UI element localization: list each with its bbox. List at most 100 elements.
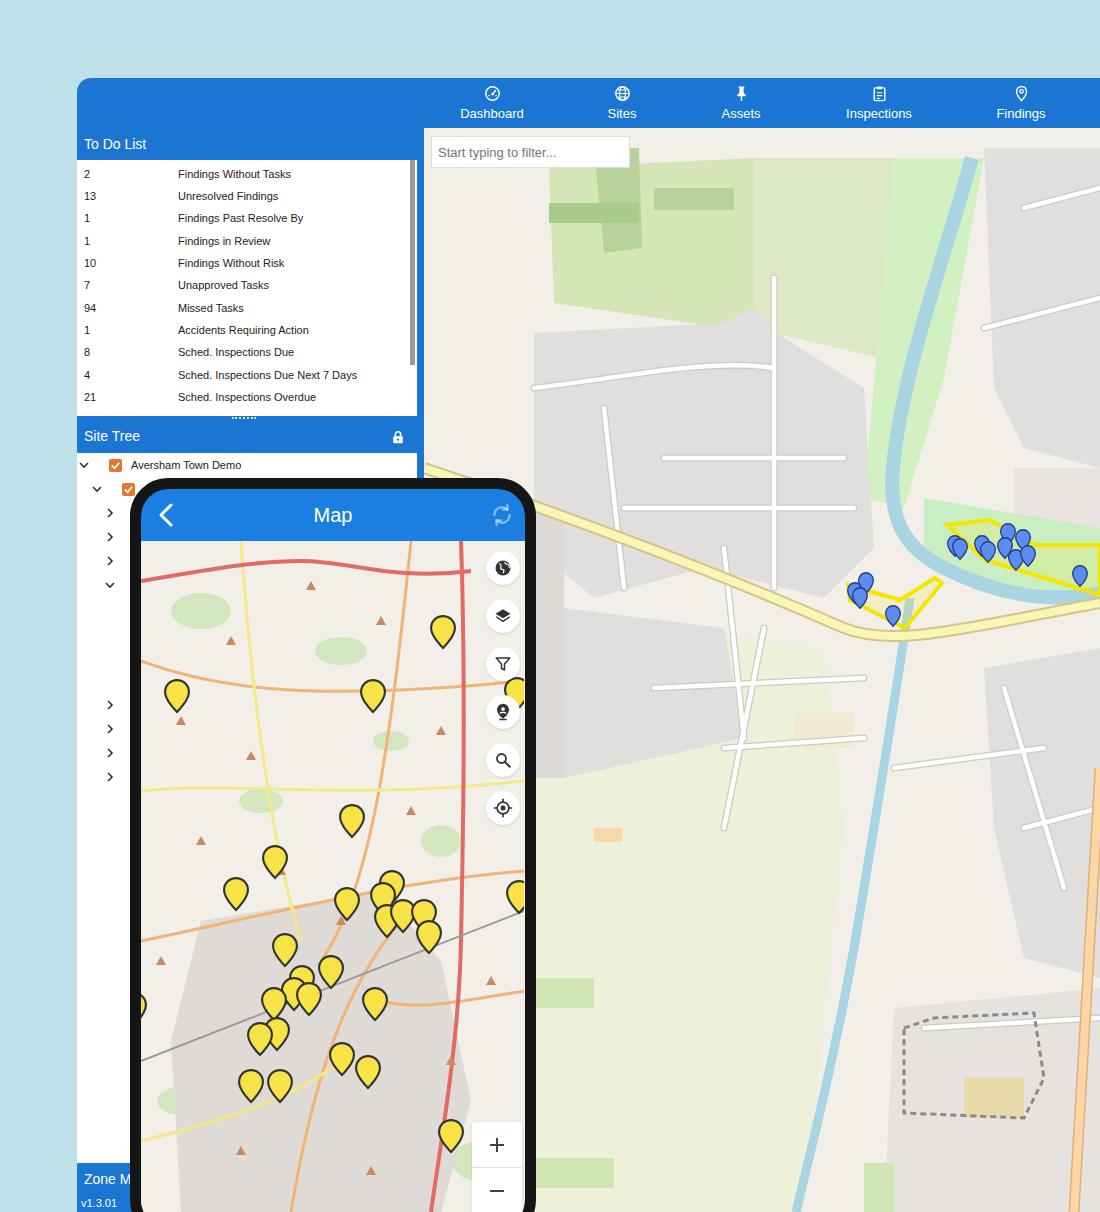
locate-button[interactable] bbox=[486, 791, 520, 825]
chevron-icon[interactable] bbox=[92, 484, 102, 494]
phone-map-canvas[interactable] bbox=[141, 541, 524, 1212]
todo-row[interactable]: 2Findings Without Tasks bbox=[77, 163, 417, 185]
map-pin[interactable] bbox=[340, 805, 364, 837]
zoom-out-button[interactable] bbox=[472, 1168, 522, 1212]
map-pin[interactable] bbox=[224, 878, 248, 910]
filter-icon bbox=[494, 655, 512, 673]
map-pin[interactable] bbox=[330, 1043, 354, 1075]
chevron-icon[interactable] bbox=[105, 700, 115, 710]
todo-row[interactable]: 21Sched. Inspections Overdue bbox=[77, 386, 417, 408]
todo-row[interactable]: 1Findings Past Resolve By bbox=[77, 208, 417, 230]
todo-row[interactable]: 4Sched. Inspections Due Next 7 Days bbox=[77, 364, 417, 386]
map-pin[interactable] bbox=[391, 900, 415, 932]
chevron-icon[interactable] bbox=[105, 580, 115, 590]
todo-row[interactable]: 13Unresolved Findings bbox=[77, 185, 417, 207]
map-pin[interactable] bbox=[273, 934, 297, 966]
map-pin[interactable] bbox=[268, 1070, 292, 1102]
todo-list: 2Findings Without Tasks13Unresolved Find… bbox=[77, 160, 417, 416]
person-pin-icon bbox=[494, 703, 512, 721]
search-button[interactable] bbox=[486, 743, 520, 777]
globe-icon bbox=[494, 559, 512, 577]
top-nav: Dashboard Sites Assets Inspections Findings bbox=[77, 78, 1100, 128]
todo-count: 1 bbox=[84, 210, 178, 227]
todo-label: Unresolved Findings bbox=[178, 188, 278, 205]
nav-item[interactable]: Findings bbox=[963, 78, 1079, 128]
map-pin[interactable] bbox=[439, 1120, 463, 1152]
chevron-icon[interactable] bbox=[105, 748, 115, 758]
map-pin[interactable] bbox=[356, 1056, 380, 1088]
todo-row[interactable]: 8Sched. Inspections Due bbox=[77, 341, 417, 363]
map-pin[interactable] bbox=[1021, 546, 1036, 567]
refresh-icon[interactable] bbox=[489, 502, 515, 528]
map-pin[interactable] bbox=[361, 680, 385, 712]
back-icon[interactable] bbox=[157, 503, 175, 527]
todo-label: Missed Tasks bbox=[178, 300, 244, 317]
map-pin[interactable] bbox=[886, 606, 901, 627]
map-pin[interactable] bbox=[335, 888, 359, 920]
layers-button[interactable] bbox=[486, 599, 520, 633]
chevron-icon[interactable] bbox=[105, 508, 115, 518]
todo-row[interactable]: 7Unapproved Tasks bbox=[77, 274, 417, 296]
grip-icon bbox=[232, 417, 256, 419]
todo-row[interactable]: 1Findings in Review bbox=[77, 230, 417, 252]
nav-item[interactable]: Inspections bbox=[795, 78, 963, 128]
chevron-icon[interactable] bbox=[105, 772, 115, 782]
nav-item[interactable]: Assets bbox=[687, 78, 795, 128]
todo-count: 4 bbox=[84, 367, 178, 384]
nav-item[interactable]: Dashboard bbox=[427, 78, 557, 128]
map-pin[interactable] bbox=[507, 881, 524, 913]
todo-row[interactable]: 10Findings Without Risk bbox=[77, 252, 417, 274]
minus-icon bbox=[489, 1183, 505, 1199]
map-pin[interactable] bbox=[248, 1023, 272, 1055]
scrollbar[interactable] bbox=[410, 160, 415, 365]
chevron-icon[interactable] bbox=[105, 532, 115, 542]
map-pin[interactable] bbox=[981, 542, 996, 563]
map-pin[interactable] bbox=[141, 993, 146, 1025]
globe-button[interactable] bbox=[486, 551, 520, 585]
tree-checkbox[interactable] bbox=[109, 459, 122, 472]
filter-input[interactable] bbox=[431, 136, 630, 168]
site-tree-header: Site Tree bbox=[77, 420, 424, 453]
todo-count: 1 bbox=[84, 322, 178, 339]
map-pin[interactable] bbox=[853, 588, 868, 609]
zoom-in-button[interactable] bbox=[472, 1122, 522, 1168]
map-pin[interactable] bbox=[263, 846, 287, 878]
site-tree-title: Site Tree bbox=[84, 426, 140, 447]
tree-row[interactable]: Aversham Town Demo bbox=[77, 453, 417, 477]
todo-label: Unapproved Tasks bbox=[178, 277, 269, 294]
nav-label: Inspections bbox=[846, 106, 912, 122]
chevron-icon[interactable] bbox=[105, 556, 115, 566]
todo-label: Sched. Inspections Due bbox=[178, 344, 294, 361]
map-pin[interactable] bbox=[1073, 566, 1088, 587]
chevron-icon[interactable] bbox=[105, 724, 115, 734]
todo-count: 2 bbox=[84, 166, 178, 183]
nav-label: Sites bbox=[608, 106, 637, 122]
phone-map[interactable] bbox=[141, 541, 525, 1212]
map-pin[interactable] bbox=[297, 983, 321, 1015]
tree-checkbox[interactable] bbox=[122, 483, 135, 496]
lock-icon[interactable] bbox=[391, 430, 405, 444]
map-pin[interactable] bbox=[431, 616, 455, 648]
todo-label: Sched. Inspections Overdue bbox=[178, 389, 316, 406]
todo-row[interactable]: 1Accidents Requiring Action bbox=[77, 319, 417, 341]
map-pin[interactable] bbox=[319, 956, 343, 988]
user-location-button[interactable] bbox=[486, 695, 520, 729]
pin-icon bbox=[733, 85, 750, 102]
phone: Map bbox=[130, 478, 536, 1212]
tree-label: Aversham Town Demo bbox=[131, 457, 241, 474]
todo-label: Findings Past Resolve By bbox=[178, 210, 303, 227]
todo-count: 7 bbox=[84, 277, 178, 294]
map-pin[interactable] bbox=[165, 680, 189, 712]
crosshair-icon bbox=[493, 798, 513, 818]
chevron-icon[interactable] bbox=[79, 460, 89, 470]
resize-handle[interactable] bbox=[77, 416, 424, 420]
nav-item[interactable]: Sites bbox=[557, 78, 687, 128]
map-pin[interactable] bbox=[239, 1070, 263, 1102]
map-pin[interactable] bbox=[262, 988, 286, 1020]
map-pin[interactable] bbox=[363, 988, 387, 1020]
todo-header: To Do List bbox=[77, 128, 424, 160]
map-pin[interactable] bbox=[417, 921, 441, 953]
map-pin[interactable] bbox=[953, 539, 968, 560]
filter-button[interactable] bbox=[486, 647, 520, 681]
todo-row[interactable]: 94Missed Tasks bbox=[77, 297, 417, 319]
